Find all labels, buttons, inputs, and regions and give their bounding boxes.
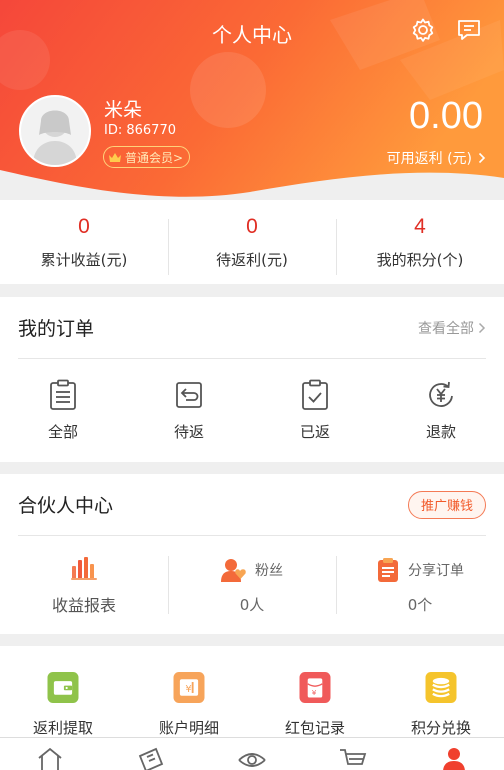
- svg-text:¥: ¥: [185, 684, 191, 695]
- tool-label: 积分兑换: [410, 719, 471, 737]
- stat-label: 我的积分(个): [376, 250, 464, 269]
- coins-icon: [425, 672, 457, 703]
- promote-earn-button[interactable]: 推广赚钱: [407, 490, 486, 519]
- stat-value: 4: [414, 214, 426, 238]
- stat-label: 累计收益(元): [40, 250, 128, 269]
- partner-section: 合伙人中心 推广赚钱 收益报表 粉丝 0人 分享订单 0个: [0, 474, 504, 634]
- clipboard-list-icon: [50, 379, 76, 410]
- order-status-label: 已返: [299, 422, 330, 441]
- yen-refund-icon: [429, 381, 453, 407]
- home-icon: [38, 747, 62, 770]
- section-title: 合伙人中心: [18, 495, 114, 517]
- order-returned-button[interactable]: 已返: [252, 379, 378, 442]
- orders-section: 我的订单 查看全部 全部 待返 已返 退款: [0, 297, 504, 462]
- fans-count: 0人: [239, 595, 265, 614]
- stats-bar: 0 累计收益(元) 0 待返利(元) 4 我的积分(个): [0, 200, 504, 284]
- order-refund-button[interactable]: 退款: [378, 379, 504, 442]
- fans-icon: [221, 558, 246, 582]
- tab-home[interactable]: [0, 738, 101, 770]
- stat-value: 0: [78, 214, 90, 238]
- earnings-report-label: 收益报表: [51, 596, 116, 615]
- red-packet-icon: ¥: [299, 672, 331, 703]
- stat-value: 0: [246, 214, 258, 238]
- chevron-right-icon: [478, 322, 486, 333]
- bottom-tab-bar: [0, 737, 504, 770]
- tab-discover[interactable]: [202, 738, 303, 770]
- user-name: 米朵: [104, 99, 143, 121]
- avatar[interactable]: [19, 95, 91, 167]
- partner-header: 合伙人中心 推广赚钱: [18, 474, 486, 536]
- bar-chart-icon: [71, 557, 97, 580]
- earnings-report-button[interactable]: 收益报表: [0, 554, 168, 616]
- member-level-label: 普通会员>: [125, 150, 184, 165]
- message-icon[interactable]: [456, 17, 482, 43]
- partner-grid: 收益报表 粉丝 0人 分享订单 0个: [0, 536, 504, 634]
- member-level-badge[interactable]: 普通会员>: [103, 146, 191, 168]
- cart-icon: [339, 749, 366, 765]
- order-all-button[interactable]: 全部: [0, 379, 126, 442]
- avatar-placeholder-icon: [21, 97, 89, 165]
- stat-my-points[interactable]: 4 我的积分(个): [336, 214, 504, 275]
- tool-label: 红包记录: [284, 719, 345, 737]
- section-title: 我的订单: [18, 318, 95, 340]
- profile-header: 个人中心 米朵 ID: 866770 普通会员> 0.00 可用返利 (元): [0, 0, 504, 200]
- tool-label: 返利提取: [32, 719, 93, 737]
- fans-label: 粉丝: [255, 562, 283, 579]
- share-orders-count: 0个: [407, 595, 433, 614]
- rebate-amount: 0.00: [409, 95, 483, 137]
- account-detail-button[interactable]: ¥ 账户明细: [126, 672, 252, 738]
- clipboard-check-icon: [302, 379, 328, 410]
- tab-coupon[interactable]: [101, 738, 202, 770]
- tools-grid: 返利提取 ¥ 账户明细 ¥ 红包记录 积分兑换: [0, 646, 504, 738]
- order-status-label: 退款: [425, 422, 456, 441]
- ticket-icon: [139, 747, 164, 770]
- share-order-icon: [378, 557, 398, 582]
- tools-section: 返利提取 ¥ 账户明细 ¥ 红包记录 积分兑换: [0, 646, 504, 738]
- order-status-grid: 全部 待返 已返 退款: [0, 359, 504, 461]
- stat-label: 待返利(元): [216, 250, 288, 269]
- rebate-withdraw-button[interactable]: 返利提取: [0, 672, 126, 738]
- rebate-label: 可用返利 (元): [386, 151, 472, 167]
- orders-header: 我的订单 查看全部: [18, 297, 486, 359]
- order-status-label: 待返: [173, 422, 204, 441]
- view-all-label: 查看全部: [418, 320, 474, 337]
- svg-text:¥: ¥: [312, 688, 317, 697]
- points-exchange-button[interactable]: 积分兑换: [378, 672, 504, 738]
- crown-icon: [109, 152, 121, 162]
- red-packet-record-button[interactable]: ¥ 红包记录: [252, 672, 378, 738]
- wallet-icon: [47, 672, 79, 703]
- return-arrow-icon: [176, 381, 202, 408]
- eye-icon: [238, 753, 266, 767]
- view-all-orders-link[interactable]: 查看全部: [418, 318, 486, 338]
- gear-icon[interactable]: [410, 17, 436, 43]
- stat-pending-rebate[interactable]: 0 待返利(元): [168, 214, 336, 275]
- tool-label: 账户明细: [158, 719, 219, 737]
- tab-cart[interactable]: [302, 738, 403, 770]
- stat-total-earnings[interactable]: 0 累计收益(元): [0, 215, 168, 270]
- share-orders-button[interactable]: 分享订单 0个: [336, 555, 504, 615]
- tab-profile[interactable]: [403, 738, 504, 770]
- chevron-right-icon: [478, 152, 486, 164]
- order-pending-button[interactable]: 待返: [126, 379, 252, 442]
- share-orders-label: 分享订单: [408, 562, 464, 579]
- user-icon: [442, 748, 465, 770]
- fans-button[interactable]: 粉丝 0人: [168, 555, 336, 615]
- user-id: ID: 866770: [104, 123, 176, 138]
- account-detail-icon: ¥: [173, 672, 205, 703]
- order-status-label: 全部: [47, 422, 78, 441]
- rebate-link[interactable]: 可用返利 (元): [387, 148, 486, 168]
